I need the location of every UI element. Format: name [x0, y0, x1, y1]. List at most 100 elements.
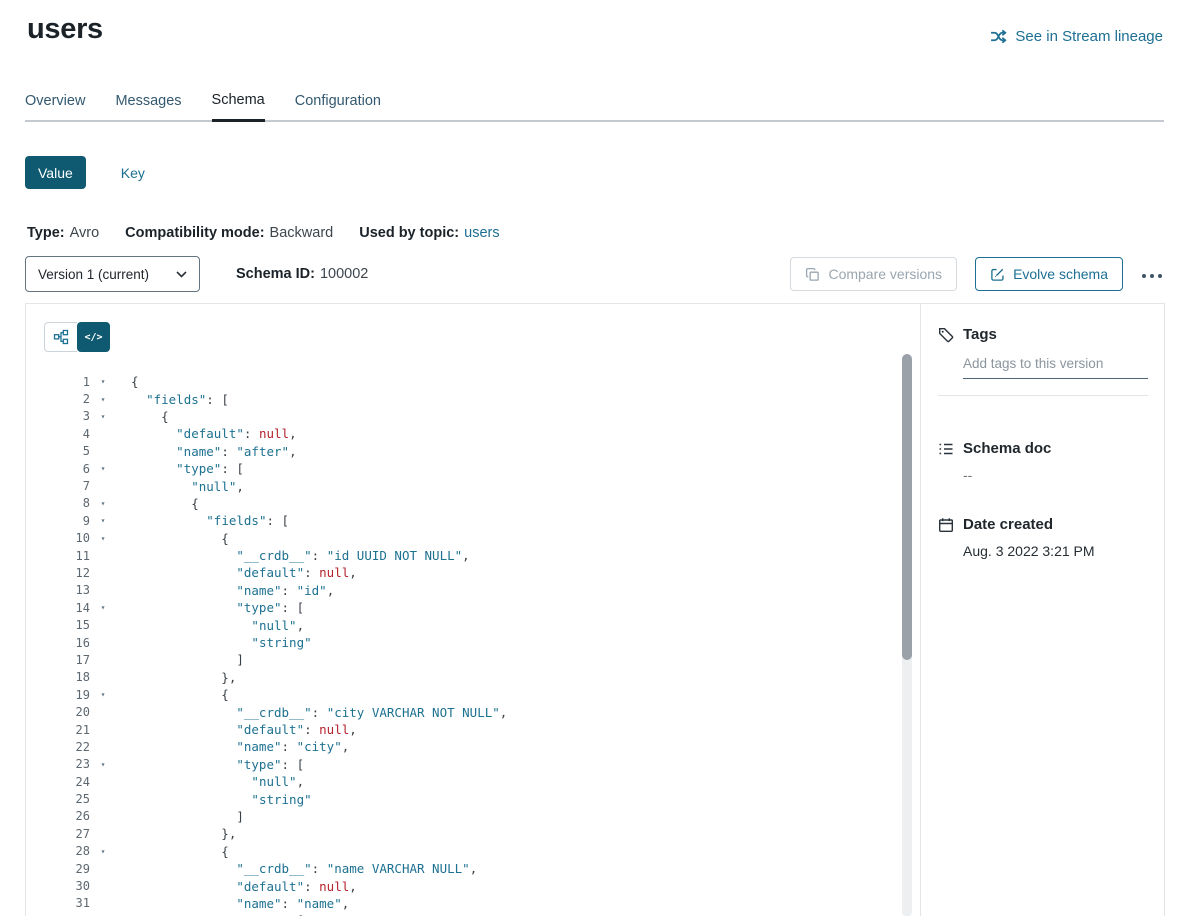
tree-view-button[interactable] [44, 322, 77, 352]
code-text: "fields": [ [116, 513, 289, 528]
evolve-schema-label: Evolve schema [1013, 266, 1108, 282]
line-number: 1 [44, 375, 90, 389]
topic-label: Used by topic: [359, 225, 459, 241]
compare-versions-button[interactable]: Compare versions [790, 257, 957, 291]
code-text: { [116, 374, 139, 389]
line-number: 16 [44, 636, 90, 650]
line-number: 2 [44, 392, 90, 406]
line-number: 11 [44, 549, 90, 563]
line-number: 15 [44, 618, 90, 632]
fold-toggle-icon[interactable]: ▾ [90, 464, 116, 473]
stream-lineage-icon [990, 28, 1007, 45]
code-line: 16 "string" [44, 634, 920, 651]
add-tags-input[interactable] [963, 356, 1148, 379]
code-text: { [116, 531, 229, 546]
code-line: 10▾ { [44, 530, 920, 547]
scrollbar-thumb[interactable] [902, 354, 912, 660]
fold-toggle-icon[interactable]: ▾ [90, 847, 116, 856]
schema-doc-header: Schema doc [938, 440, 1148, 457]
schema-doc-section: Schema doc -- [938, 440, 1148, 483]
line-number: 9 [44, 514, 90, 528]
code-line: 30 "default": null, [44, 877, 920, 894]
line-number: 26 [44, 809, 90, 823]
code-text: { [116, 496, 199, 511]
tags-section: Tags [938, 326, 1148, 396]
code-view-icon: </> [84, 332, 102, 343]
schema-doc-value: -- [963, 467, 1148, 483]
code-line: 5 "name": "after", [44, 443, 920, 460]
code-line: 29 "__crdb__": "name VARCHAR NULL", [44, 860, 920, 877]
schema-card: </> 1▾{2▾ "fields": [3▾ {4 "default": nu… [25, 303, 1165, 916]
code-text: "null", [116, 774, 304, 789]
fold-toggle-icon[interactable]: ▾ [90, 534, 116, 543]
code-text: "name": "after", [116, 444, 297, 459]
code-text: { [116, 687, 229, 702]
line-number: 22 [44, 740, 90, 754]
stream-lineage-label: See in Stream lineage [1015, 28, 1163, 45]
code-line: 22 "name": "city", [44, 738, 920, 755]
code-text: "string" [116, 792, 312, 807]
code-line: 28▾ { [44, 843, 920, 860]
value-toggle-button[interactable]: Value [25, 156, 86, 189]
line-number: 10 [44, 531, 90, 545]
line-number: 24 [44, 775, 90, 789]
topic-link[interactable]: users [464, 225, 499, 241]
schema-actions: Compare versions Evolve schema [790, 257, 1165, 291]
schema-id-value: 100002 [320, 266, 368, 282]
fold-toggle-icon[interactable]: ▾ [90, 690, 116, 699]
fold-toggle-icon[interactable]: ▾ [90, 603, 116, 612]
version-select[interactable]: Version 1 (current) [25, 256, 200, 292]
fold-toggle-icon[interactable]: ▾ [90, 516, 116, 525]
line-number: 19 [44, 688, 90, 702]
line-number: 30 [44, 879, 90, 893]
editor-scrollbar[interactable] [902, 354, 912, 916]
code-text: "name": "name", [116, 896, 349, 911]
fold-toggle-icon[interactable]: ▾ [90, 395, 116, 404]
tag-icon [938, 327, 954, 343]
tab-messages[interactable]: Messages [115, 93, 181, 120]
code-text: }, [116, 826, 236, 841]
line-number: 27 [44, 827, 90, 841]
code-text: "fields": [ [116, 392, 229, 407]
tab-schema[interactable]: Schema [212, 92, 265, 122]
schema-id-label: Schema ID: [236, 266, 315, 282]
code-line: 13 "name": "id", [44, 582, 920, 599]
more-options-button[interactable] [1139, 263, 1165, 286]
code-line: 9▾ "fields": [ [44, 512, 920, 529]
code-line: 14▾ "type": [ [44, 599, 920, 616]
value-key-toggle: Value Key [25, 156, 1189, 189]
fold-toggle-icon[interactable]: ▾ [90, 412, 116, 421]
schema-page: users See in Stream lineage Overview Mes… [0, 12, 1189, 916]
code-line: 17 ] [44, 651, 920, 668]
line-number: 8 [44, 496, 90, 510]
evolve-schema-button[interactable]: Evolve schema [975, 257, 1123, 291]
code-text: "__crdb__": "id UUID NOT NULL", [116, 548, 470, 563]
date-created-header: Date created [938, 516, 1148, 533]
fold-toggle-icon[interactable]: ▾ [90, 760, 116, 769]
code-line: 19▾ { [44, 686, 920, 703]
stream-lineage-link[interactable]: See in Stream lineage [990, 28, 1163, 45]
code-text: "type": [ [116, 600, 304, 615]
line-number: 23 [44, 757, 90, 771]
code-line: 11 "__crdb__": "id UUID NOT NULL", [44, 547, 920, 564]
code-editor[interactable]: 1▾{2▾ "fields": [3▾ {4 "default": null,5… [44, 373, 920, 916]
code-text: "__crdb__": "name VARCHAR NULL", [116, 861, 477, 876]
key-toggle-button[interactable]: Key [108, 156, 158, 189]
line-number: 6 [44, 462, 90, 476]
line-number: 20 [44, 705, 90, 719]
code-line: 21 "default": null, [44, 721, 920, 738]
code-text: "__crdb__": "city VARCHAR NOT NULL", [116, 705, 507, 720]
code-text: ] [116, 809, 244, 824]
fold-toggle-icon[interactable]: ▾ [90, 377, 116, 386]
schema-editor-pane: </> 1▾{2▾ "fields": [3▾ {4 "default": nu… [26, 304, 920, 916]
code-line: 15 "null", [44, 616, 920, 633]
meta-compatibility: Compatibility mode:Backward [125, 225, 333, 241]
code-line: 24 "null", [44, 773, 920, 790]
line-number: 12 [44, 566, 90, 580]
code-view-button[interactable]: </> [77, 322, 110, 352]
list-icon [938, 441, 954, 457]
line-number: 29 [44, 862, 90, 876]
fold-toggle-icon[interactable]: ▾ [90, 499, 116, 508]
tab-overview[interactable]: Overview [25, 93, 85, 120]
tab-configuration[interactable]: Configuration [295, 93, 381, 120]
